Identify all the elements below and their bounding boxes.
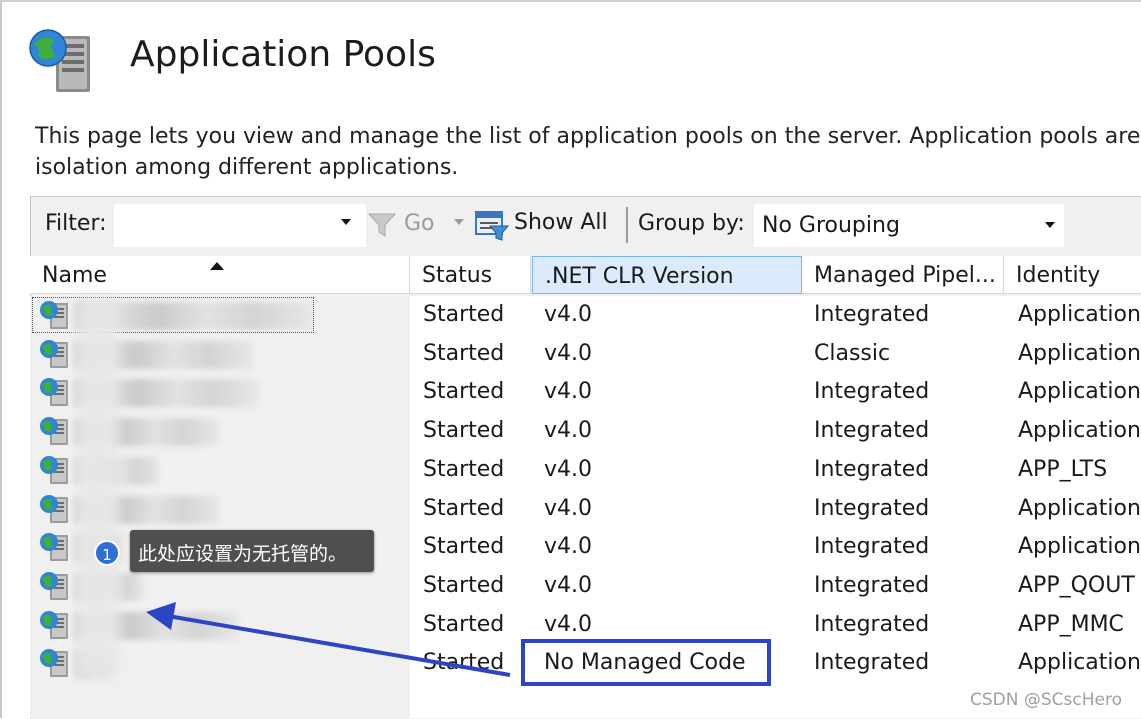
clr-version-cell: v4.0 <box>544 302 593 327</box>
identity-cell: Application <box>1018 650 1141 676</box>
annotation-text: 此处应设置为无托管的。 <box>138 543 348 565</box>
app-pool-icon <box>40 571 68 600</box>
status-cell: Started <box>423 418 505 444</box>
clr-version-cell: v4.0 <box>544 379 593 405</box>
app-pool-icon <box>40 610 68 639</box>
application-pool-row[interactable]: Started v4.0 Integrated Application <box>30 373 1141 412</box>
application-pool-row[interactable]: Started v4.0 Integrated APP_LTS <box>30 451 1141 490</box>
status-cell: Started <box>423 534 505 560</box>
filter-toolbar: Filter: Go Show All Group by: No Groupin… <box>30 197 1141 255</box>
pipeline-mode-cell: Classic <box>814 340 891 366</box>
clr-version-cell: v4.0 <box>544 611 593 637</box>
application-pool-row[interactable]: Started v4.0 Integrated Application <box>30 490 1141 529</box>
page-description: This page lets you view and manage the l… <box>35 121 1141 183</box>
watermark: CSDN @SCscHero <box>970 690 1122 710</box>
application-pool-row[interactable]: Started v4.0 Classic Application <box>30 335 1141 374</box>
identity-cell: Application <box>1018 495 1141 521</box>
clr-version-cell: v4.0 <box>544 572 593 598</box>
identity-cell: APP_LTS <box>1018 456 1108 482</box>
app-pool-icon <box>40 455 68 484</box>
app-pool-icon <box>40 533 68 562</box>
pipeline-mode-cell: Integrated <box>814 534 930 560</box>
window-left-border <box>0 0 2 718</box>
application-pool-row[interactable]: Started v4.0 Integrated APP_QOUT <box>30 567 1141 606</box>
pipeline-mode-cell: Integrated <box>814 418 930 444</box>
clr-version-cell: v4.0 <box>544 340 593 366</box>
status-cell: Started <box>423 611 505 637</box>
toolbar-separator <box>626 207 628 243</box>
filter-dropdown-icon[interactable] <box>340 216 352 228</box>
pipeline-mode-cell: Integrated <box>814 650 930 676</box>
show-all-icon[interactable] <box>474 208 510 242</box>
description-line-1: This page lets you view and manage the l… <box>35 124 1141 149</box>
group-by-select[interactable]: No Grouping <box>754 204 1064 247</box>
redacted-names-blur <box>76 300 118 680</box>
identity-cell: Application <box>1018 534 1141 560</box>
window-top-border <box>0 0 1141 2</box>
application-pool-row[interactable]: Started v4.0 Integrated Application <box>30 296 1141 335</box>
column-header-managed-pipeline[interactable]: Managed Pipel... <box>802 256 1004 294</box>
identity-cell: Application <box>1018 340 1141 366</box>
column-header-status[interactable]: Status <box>410 256 531 294</box>
application-pool-row[interactable]: Started v4.0 Integrated Application <box>30 412 1141 451</box>
app-pool-icon <box>40 378 68 407</box>
status-cell: Started <box>423 302 505 327</box>
pipeline-mode-cell: Integrated <box>814 572 930 598</box>
identity-cell: APP_QOUT <box>1018 572 1135 598</box>
row-focus-outline <box>32 297 314 333</box>
annotation-number-badge: 1 <box>94 540 120 566</box>
identity-cell: Application <box>1018 418 1141 444</box>
no-managed-code-highlight <box>521 639 771 686</box>
pipeline-mode-cell: Integrated <box>814 495 930 521</box>
app-pool-icon <box>40 494 68 523</box>
status-cell: Started <box>423 572 505 598</box>
filter-label: Filter: <box>45 211 107 236</box>
show-all-button[interactable]: Show All <box>514 210 608 235</box>
description-line-2: isolation among different applications. <box>35 155 459 180</box>
pipeline-mode-cell: Integrated <box>814 611 930 637</box>
go-dropdown-icon[interactable] <box>453 216 465 228</box>
identity-cell: Application <box>1018 379 1141 405</box>
clr-version-cell: v4.0 <box>544 495 593 521</box>
pipeline-mode-cell: Integrated <box>814 456 930 482</box>
clr-version-cell: v4.0 <box>544 534 593 560</box>
status-cell: Started <box>423 650 505 676</box>
clr-version-cell: v4.0 <box>544 456 593 482</box>
application-pools-icon <box>29 29 90 92</box>
sort-ascending-icon <box>210 262 224 270</box>
status-cell: Started <box>423 495 505 521</box>
clr-version-cell: v4.0 <box>544 418 593 444</box>
app-pool-icon <box>40 649 68 678</box>
status-cell: Started <box>423 340 505 366</box>
app-pool-icon <box>40 339 68 368</box>
filter-input[interactable] <box>114 204 366 247</box>
status-cell: Started <box>423 379 505 405</box>
pipeline-mode-cell: Integrated <box>814 302 930 327</box>
identity-cell: Application <box>1018 302 1141 327</box>
identity-cell: APP_MMC <box>1018 611 1124 637</box>
status-cell: Started <box>423 456 505 482</box>
page-title: Application Pools <box>130 34 436 75</box>
chevron-down-icon[interactable] <box>1044 219 1056 231</box>
app-pool-icon <box>40 417 68 446</box>
column-header-identity[interactable]: Identity <box>1004 256 1141 294</box>
pipeline-mode-cell: Integrated <box>814 379 930 405</box>
go-button[interactable]: Go <box>404 211 435 236</box>
group-by-label: Group by: <box>638 211 745 236</box>
column-header-clr-version[interactable]: .NET CLR Version <box>532 256 802 294</box>
funnel-icon[interactable] <box>367 210 397 240</box>
